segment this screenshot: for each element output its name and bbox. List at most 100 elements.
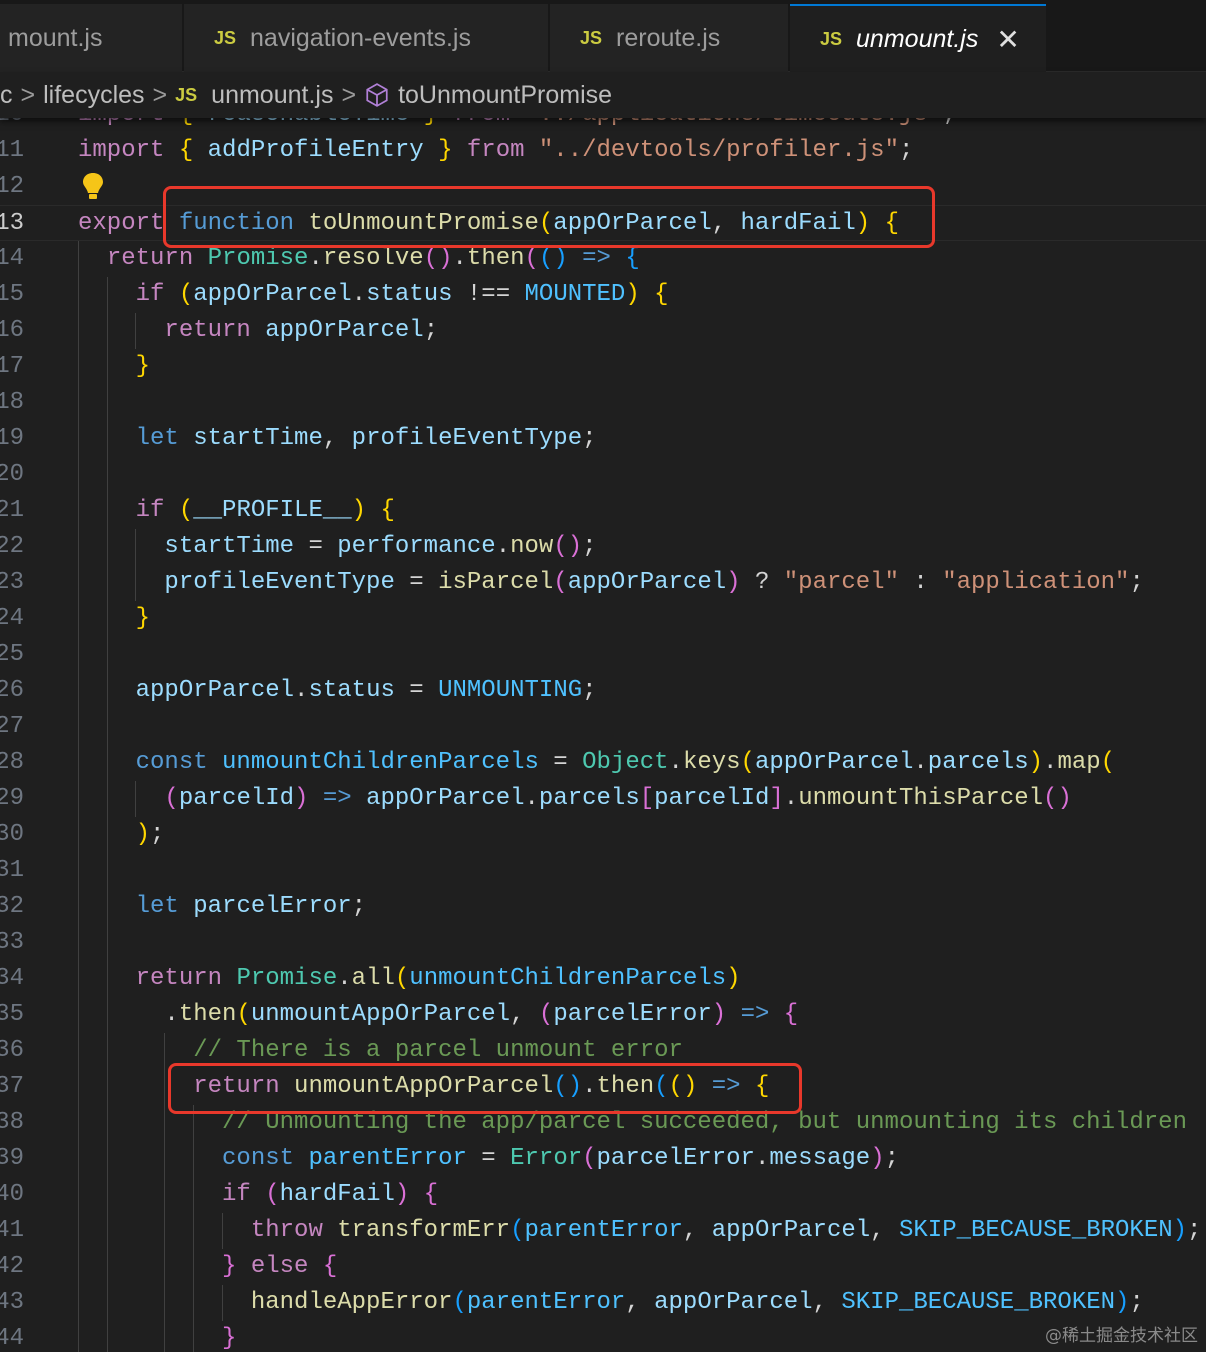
- code-token: appOrParcel: [265, 317, 424, 344]
- code-token: }: [135, 353, 151, 380]
- code-line[interactable]: 31: [0, 853, 1206, 889]
- breadcrumb-item[interactable]: toUnmountPromise: [398, 81, 612, 110]
- code-token: ,: [870, 1217, 899, 1244]
- code-token: }: [438, 137, 453, 164]
- code-token: =: [466, 1145, 511, 1172]
- code-token: =>: [322, 785, 352, 812]
- breadcrumb-item[interactable]: unmount.js: [211, 81, 333, 110]
- code-line[interactable]: 16 return appOrParcel;: [0, 313, 1206, 349]
- code-token: unmountChildrenParcels: [409, 965, 727, 992]
- code-line[interactable]: 39 const parentError = Error(parcelError…: [0, 1141, 1206, 1177]
- code-line[interactable]: 35 .then(unmountAppOrParcel, (parcelErro…: [0, 997, 1206, 1033]
- code-token: now: [510, 533, 554, 560]
- code-line[interactable]: 34 return Promise.all(unmountChildrenPar…: [0, 961, 1206, 997]
- breadcrumb-item[interactable]: c: [0, 81, 13, 110]
- code-token: then: [466, 245, 525, 272]
- close-icon[interactable]: ✕: [996, 23, 1019, 56]
- code-line[interactable]: 30 );: [0, 817, 1206, 853]
- line-number: 20: [0, 461, 24, 488]
- code-line[interactable]: 32 let parcelError;: [0, 889, 1206, 925]
- line-number: 11: [0, 137, 24, 164]
- code-token: (: [265, 1181, 280, 1208]
- code-line[interactable]: 43 handleAppError(parentError, appOrParc…: [0, 1285, 1206, 1321]
- breadcrumb: c > lifecycles > JS unmount.js > toUnmou…: [0, 72, 1206, 118]
- code-line[interactable]: 28 const unmountChildrenParcels = Object…: [0, 745, 1206, 781]
- lightbulb-icon[interactable]: [82, 172, 104, 202]
- tab-mount-js[interactable]: mount.js: [0, 4, 182, 72]
- code-line[interactable]: 22 startTime = performance.now();: [0, 529, 1206, 565]
- code-line[interactable]: 29 (parcelId) => appOrParcel.parcels[par…: [0, 781, 1206, 817]
- line-number: 18: [0, 389, 24, 416]
- code-line[interactable]: 25: [0, 637, 1206, 673]
- line-number: 26: [0, 677, 24, 704]
- code-token: startTime: [164, 533, 295, 560]
- code-token: ?: [740, 569, 784, 596]
- highlight-box-function: [163, 186, 935, 248]
- code-token: =: [538, 749, 583, 776]
- code-editor[interactable]: 10import { reasonableTime } from "../app…: [0, 97, 1206, 1352]
- code-line[interactable]: 11 import { addProfileEntry } from "../de…: [0, 133, 1206, 169]
- code-token: parcelId: [654, 785, 770, 812]
- line-number: 21: [0, 497, 24, 524]
- breadcrumb-item[interactable]: lifecycles: [43, 81, 144, 110]
- code-line[interactable]: 27: [0, 709, 1206, 745]
- code-token: throw: [250, 1217, 323, 1244]
- code-line[interactable]: 41 throw transformErr(parentError, appOr…: [0, 1213, 1206, 1249]
- code-line[interactable]: 21 if (__PROFILE__) {: [0, 493, 1206, 529]
- code-text: const parentError = Error(parcelError.me…: [78, 1141, 899, 1177]
- tab-navigation-events-js[interactable]: JS navigation-events.js: [184, 4, 548, 72]
- code-token: ): [711, 1001, 727, 1028]
- code-token: appOrParcel: [567, 569, 727, 596]
- code-token: ): [870, 1145, 885, 1172]
- line-number: 16: [0, 317, 24, 344]
- tab-unmount-js[interactable]: JS unmount.js ✕: [790, 4, 1046, 72]
- line-number: 19: [0, 425, 24, 452]
- code-line[interactable]: 42 } else {: [0, 1249, 1206, 1285]
- code-token: // There is a parcel unmount error: [193, 1037, 683, 1064]
- code-token: ;: [582, 677, 597, 704]
- line-number: 15: [0, 281, 24, 308]
- code-line[interactable]: 19 let startTime, profileEventType;: [0, 421, 1206, 457]
- chevron-right-icon: >: [20, 80, 36, 109]
- code-line[interactable]: 23 profileEventType = isParcel(appOrParc…: [0, 565, 1206, 601]
- code-token: .: [495, 533, 511, 560]
- code-text: let parcelError;: [78, 889, 366, 925]
- line-number: 38: [0, 1109, 24, 1136]
- code-token: ): [394, 1181, 410, 1208]
- code-token: ): [135, 821, 151, 848]
- js-file-icon: JS: [820, 28, 843, 49]
- code-line[interactable]: 44 }: [0, 1321, 1206, 1352]
- code-token: ): [1115, 1289, 1130, 1316]
- code-line[interactable]: 24 }: [0, 601, 1206, 637]
- code-line[interactable]: 17 }: [0, 349, 1206, 385]
- tab-reroute-js[interactable]: JS reroute.js: [550, 4, 788, 72]
- code-line[interactable]: 20: [0, 457, 1206, 493]
- code-token: ): [567, 533, 583, 560]
- code-line[interactable]: 15 if (appOrParcel.status !== MOUNTED) {: [0, 277, 1206, 313]
- code-token: ;: [1187, 1217, 1202, 1244]
- line-number: 17: [0, 353, 24, 380]
- code-token: then: [178, 1001, 237, 1028]
- code-token: "parcel": [783, 569, 899, 596]
- code-token: "../devtools/profiler.js": [538, 137, 899, 164]
- code-line[interactable]: 40 if (hardFail) {: [0, 1177, 1206, 1213]
- line-number: 30: [0, 821, 24, 848]
- code-line[interactable]: 26 appOrParcel.status = UNMOUNTING;: [0, 673, 1206, 709]
- code-token: ,: [510, 1001, 539, 1028]
- code-line[interactable]: 18: [0, 385, 1206, 421]
- code-line[interactable]: 33: [0, 925, 1206, 961]
- code-token: let: [135, 893, 179, 920]
- code-token: ;: [884, 1145, 900, 1172]
